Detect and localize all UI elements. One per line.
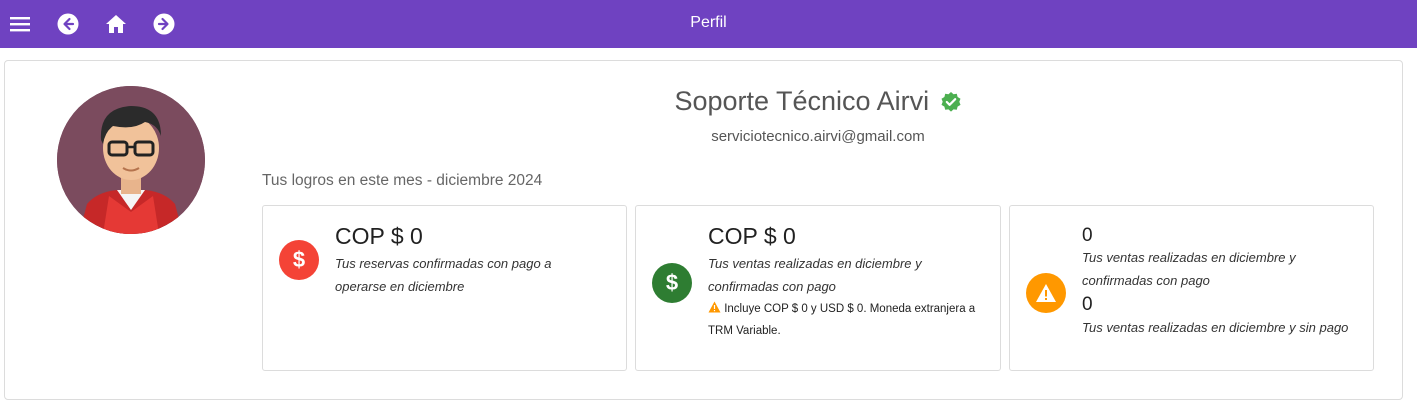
app-toolbar: Perfil — [0, 0, 1417, 48]
avatar — [57, 86, 205, 234]
sales-paid-count-desc: Tus ventas realizadas en diciembre y con… — [1082, 250, 1296, 288]
reservations-desc: Tus reservas confirmadas con pago a oper… — [335, 256, 552, 294]
sales-paid-desc: Tus ventas realizadas en diciembre y con… — [708, 256, 922, 294]
stat-card-reservations: $ COP $ 0 Tus reservas confirmadas con p… — [262, 205, 627, 371]
dollar-icon: $ — [279, 240, 319, 280]
currency-note-text: Incluye COP $ 0 y USD $ 0. Moneda extran… — [708, 303, 976, 337]
achievements-heading: Tus logros en este mes - diciembre 2024 — [262, 172, 543, 189]
profile-name: Soporte Técnico Airvi — [674, 86, 930, 116]
stat-card-sales-paid: $ COP $ 0 Tus ventas realizadas en dicie… — [635, 205, 1001, 371]
dollar-icon: $ — [652, 263, 692, 303]
warning-icon — [708, 301, 721, 313]
sales-unpaid-count-desc: Tus ventas realizadas en diciembre y sin… — [1082, 320, 1349, 335]
stat-card-sales-counts: 0 Tus ventas realizadas en diciembre y c… — [1009, 205, 1374, 371]
page-title: Perfil — [690, 14, 727, 31]
reservations-amount: COP $ 0 — [335, 223, 423, 249]
profile-email: serviciotecnico.airvi@gmail.com — [711, 128, 925, 145]
verified-badge-icon — [940, 91, 962, 113]
currency-note: Incluye COP $ 0 y USD $ 0. Moneda extran… — [708, 298, 993, 342]
profile-name-row: Soporte Técnico Airvi — [262, 86, 1374, 120]
sales-paid-amount: COP $ 0 — [708, 223, 796, 249]
warning-icon — [1026, 273, 1066, 313]
sales-unpaid-count: 0 — [1082, 294, 1093, 315]
sales-paid-count: 0 — [1082, 225, 1093, 246]
